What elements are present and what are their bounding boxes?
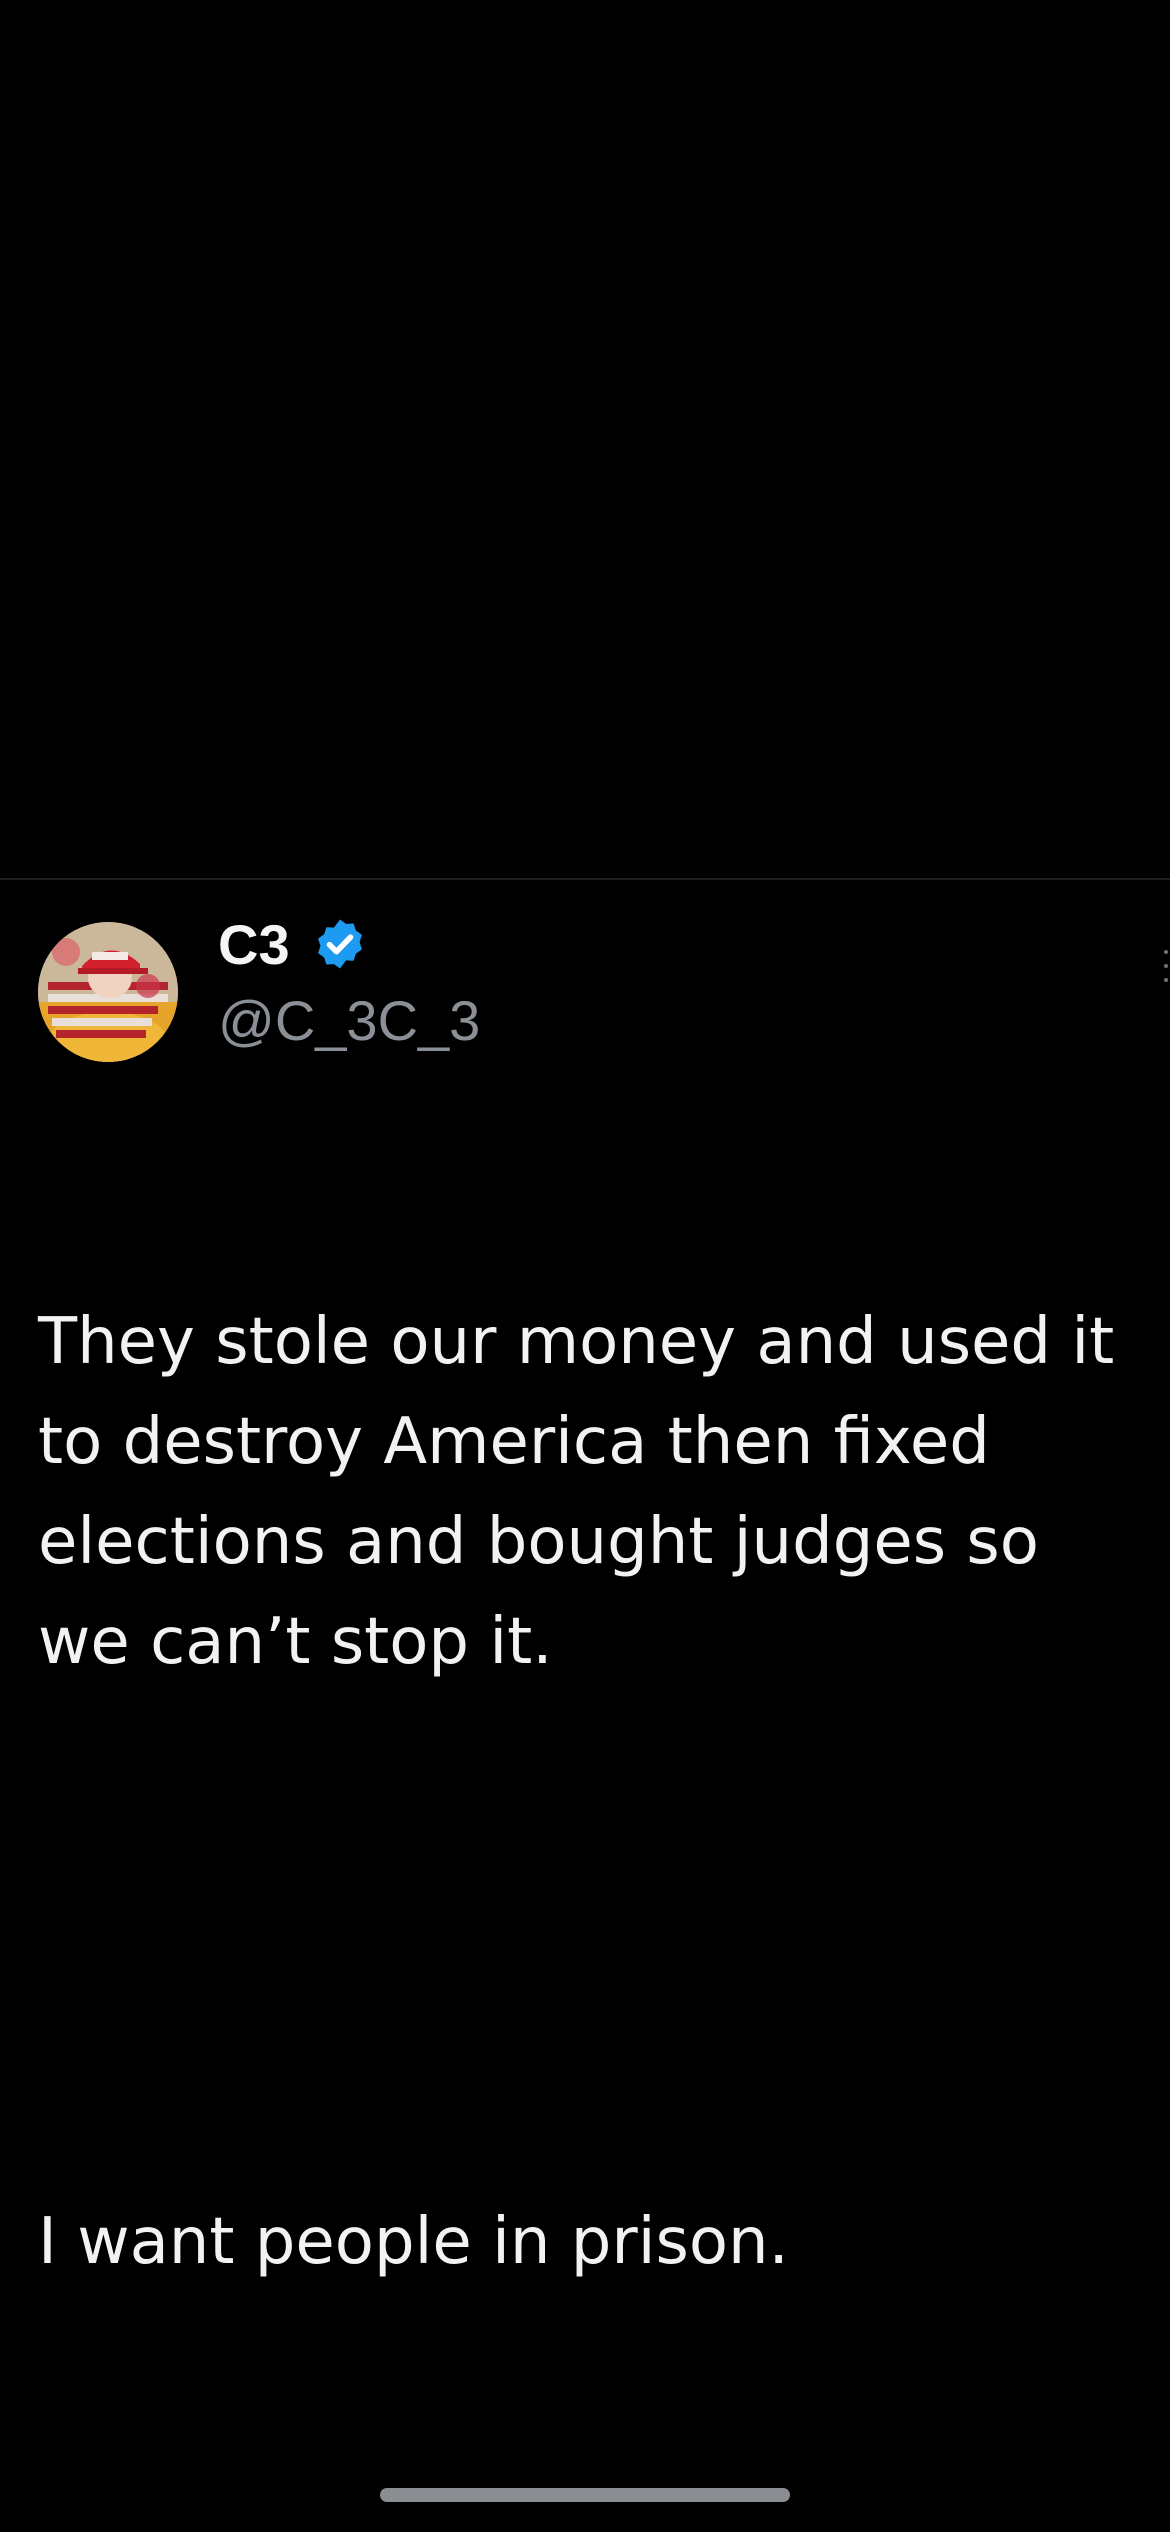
- tweet-text: They stole our money and used it to dest…: [38, 1092, 1148, 2492]
- verified-badge-icon: [317, 919, 362, 969]
- top-divider: [0, 878, 1170, 880]
- author-name-row[interactable]: C3: [218, 908, 368, 980]
- profile-avatar[interactable]: [38, 922, 178, 1062]
- home-indicator[interactable]: [380, 2488, 790, 2502]
- author-display-name[interactable]: C3: [218, 912, 290, 977]
- tweet-text-paragraph-2: I want people in prison.: [38, 2205, 789, 2279]
- tweet-text-paragraph-1: They stole our money and used it to dest…: [38, 1305, 1135, 1679]
- author-handle[interactable]: @C_3C_3: [218, 988, 480, 1053]
- more-options-icon[interactable]: [1164, 950, 1170, 996]
